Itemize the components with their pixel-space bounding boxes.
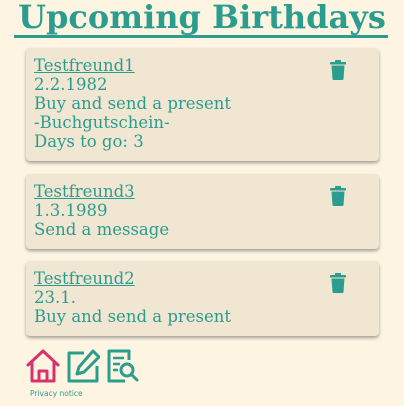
privacy-notice-link[interactable]: Privacy notice xyxy=(30,389,83,398)
birth-date: 1.3.1989 xyxy=(34,201,108,220)
trash-icon[interactable] xyxy=(330,273,346,293)
friend-name-link[interactable]: Testfreund1 xyxy=(34,56,371,75)
search-list-icon[interactable] xyxy=(106,348,140,384)
page-title: Upcoming Birthdays xyxy=(18,0,386,36)
birthday-card: Testfreund2 23.1. Buy and send a present xyxy=(26,261,379,336)
days-to-go: Days to go: 3 xyxy=(34,132,144,151)
reminder-text: Send a message xyxy=(34,220,170,239)
friend-name-link[interactable]: Testfreund3 xyxy=(34,182,371,201)
reminder-text: Buy and send a present xyxy=(34,307,232,326)
birth-date: 23.1. xyxy=(34,288,76,307)
birthday-card: Testfreund3 1.3.1989 Send a message xyxy=(26,174,379,249)
birth-date: 2.2.1982 xyxy=(34,75,108,94)
friend-name-link[interactable]: Testfreund2 xyxy=(34,269,371,288)
bottom-nav xyxy=(26,348,140,384)
title-underline xyxy=(14,35,388,38)
reminder-text: Buy and send a present xyxy=(34,94,232,113)
home-icon[interactable] xyxy=(26,348,60,384)
trash-icon[interactable] xyxy=(330,60,346,80)
birthday-card: Testfreund1 2.2.1982 Buy and send a pres… xyxy=(26,48,379,161)
trash-icon[interactable] xyxy=(330,186,346,206)
gift-note: -Buchgutschein- xyxy=(34,113,170,132)
edit-icon[interactable] xyxy=(66,348,100,384)
